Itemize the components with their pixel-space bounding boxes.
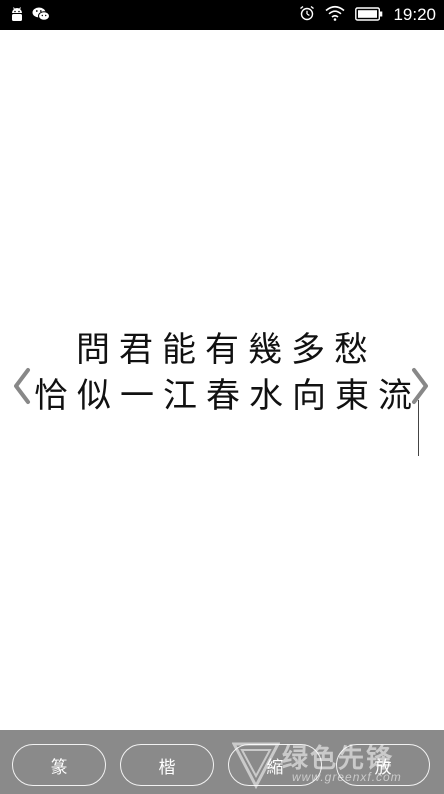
- poem-line-2: 恰似一江春水向東流: [34, 376, 421, 416]
- status-time: 19:20: [393, 5, 436, 24]
- status-bar: 19:20: [0, 0, 444, 30]
- status-right-icons: 19:20: [299, 4, 436, 26]
- wifi-icon: [325, 5, 345, 25]
- bottom-toolbar: 篆 楷 縮 放 绿色先锋 www.greenxf.com: [0, 730, 444, 794]
- poem-canvas[interactable]: 問君能有幾多愁 恰似一江春水向東流: [0, 30, 444, 730]
- zoom-out-button[interactable]: 縮: [228, 744, 322, 786]
- zoom-in-button[interactable]: 放: [336, 744, 430, 786]
- alarm-icon: [299, 5, 315, 25]
- regular-script-button[interactable]: 楷: [120, 744, 214, 786]
- battery-icon: [355, 6, 383, 25]
- text-cursor: [418, 400, 419, 456]
- android-icon: [10, 6, 24, 26]
- seal-script-button[interactable]: 篆: [12, 744, 106, 786]
- chevron-left-icon: [14, 368, 30, 404]
- status-left-icons: [10, 6, 50, 26]
- wechat-icon: [32, 6, 50, 26]
- next-button[interactable]: [410, 366, 430, 406]
- chevron-right-icon: [412, 368, 428, 404]
- previous-button[interactable]: [12, 366, 32, 406]
- poem-line-1: 問君能有幾多愁: [76, 330, 377, 370]
